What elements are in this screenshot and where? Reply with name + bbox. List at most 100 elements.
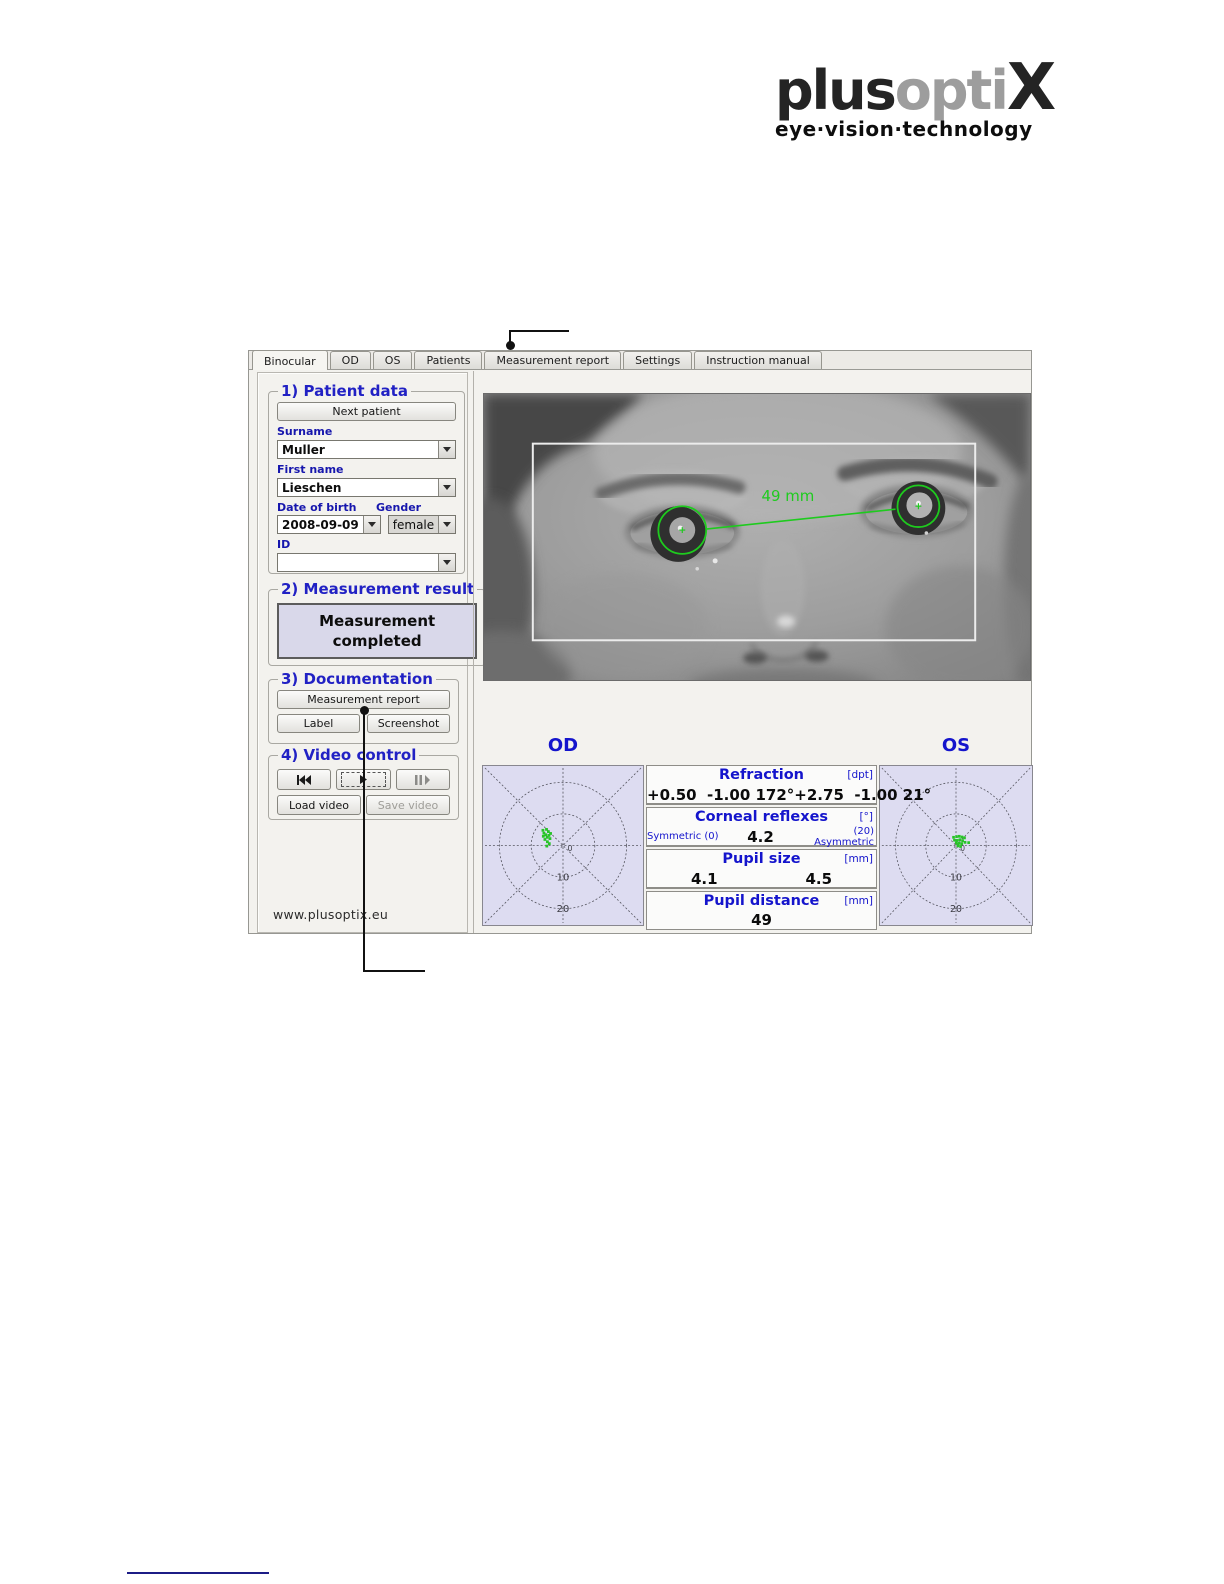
corneal-reflexes-unit: [°] [859, 811, 873, 823]
pupil-distance-unit: [mm] [844, 895, 873, 907]
measurement-result-group: 2) Measurement result Measurement comple… [268, 580, 487, 666]
first-name-combobox[interactable]: Lieschen [277, 478, 457, 497]
pupil-size-os-value: 4.5 [805, 869, 833, 888]
chevron-down-icon [443, 560, 452, 565]
documentation-title: 3) Documentation [281, 670, 433, 688]
callout-dot-tabs [506, 341, 515, 350]
ring-20-label: 20 [950, 904, 962, 915]
corneal-reflexes-value: 4.2 [747, 827, 774, 846]
first-name-value[interactable]: Lieschen [278, 479, 438, 496]
refraction-row: Refraction [dpt] +0.50 -1.00 172° +2.75 … [646, 765, 931, 805]
camera-image: 49 mm [483, 393, 1031, 681]
callout-line-doc-vertical [363, 712, 365, 972]
tab-patients[interactable]: Patients [414, 351, 483, 369]
callout-line-tabs-horizontal [509, 330, 569, 332]
tab-instruction-manual[interactable]: Instruction manual [694, 351, 822, 369]
gender-value[interactable]: female [389, 516, 438, 533]
dob-dropdown-button[interactable] [362, 516, 380, 533]
brand-wordmark: plusoptiX [775, 56, 1056, 122]
brand-plus: plus [775, 59, 897, 122]
refraction-title: Refraction [718, 767, 805, 783]
next-patient-button[interactable]: Next patient [277, 402, 457, 421]
tab-binocular[interactable]: Binocular [252, 350, 328, 370]
pupil-size-od-value: 4.1 [690, 869, 718, 888]
pause-button[interactable] [395, 769, 450, 790]
chevron-down-icon [443, 485, 452, 490]
symmetric-label: Symmetric (0) [647, 831, 719, 842]
os-label: OS [941, 735, 971, 756]
tab-settings[interactable]: Settings [623, 351, 693, 369]
footer-rule [127, 1572, 269, 1574]
tab-bar: Binocular OD OS Patients Measurement rep… [249, 350, 1031, 370]
ring-10-label: 10 [950, 872, 962, 883]
measurement-status-line1: Measurement [319, 612, 436, 630]
load-video-button[interactable]: Load video [277, 795, 361, 815]
page: plusoptiX eye·vision·technology Binocula… [0, 0, 1224, 1584]
ring-20-label: 20 [557, 904, 570, 915]
callout-line-doc-horizontal [363, 970, 425, 972]
brand-tagline: eye·vision·technology [775, 117, 1033, 141]
first-name-dropdown-button[interactable] [438, 479, 456, 496]
application-window: Binocular OD OS Patients Measurement rep… [248, 350, 1033, 934]
pupil-size-row: Pupil size [mm] 4.1 4.5 [646, 849, 877, 889]
pupil-distance-title: Pupil distance [703, 893, 820, 909]
gender-combobox[interactable]: female [387, 515, 457, 534]
video-control-title: 4) Video control [281, 746, 417, 764]
chevron-down-icon [443, 447, 452, 452]
pupil-distance-label: 49 mm [761, 487, 814, 505]
patient-eye-photo: 49 mm [484, 394, 1030, 680]
dob-value[interactable]: 2008-09-09 [278, 516, 363, 533]
rewind-button[interactable] [277, 769, 332, 790]
refraction-od-value: +0.50 -1.00 172° [647, 785, 795, 804]
id-combobox[interactable] [277, 553, 457, 572]
measurement-status-box: Measurement completed [277, 603, 478, 659]
pupil-size-unit: [mm] [844, 853, 873, 865]
website-link[interactable]: www.plusoptix.eu [273, 907, 388, 922]
gender-dropdown-button[interactable] [438, 516, 456, 533]
first-name-label: First name [277, 463, 344, 476]
pupil-distance-row: Pupil distance [mm] 49 [646, 891, 877, 930]
id-label: ID [277, 538, 291, 551]
asymmetric-label: (20) Asymmetric [814, 825, 874, 848]
pupil-size-title: Pupil size [722, 851, 801, 867]
refraction-os-value: +2.75 -1.00 21° [794, 785, 932, 804]
callout-dot-documentation [360, 706, 369, 715]
save-video-button[interactable]: Save video [366, 795, 450, 815]
surname-value[interactable]: Muller [278, 441, 438, 458]
label-button[interactable]: Label [277, 714, 360, 733]
panel-divider [473, 371, 474, 933]
ring-10-label: 10 [557, 873, 570, 884]
measurement-status-line2: completed [332, 632, 422, 650]
brand-x: X [1006, 51, 1056, 125]
brand-opti: opti [894, 59, 1009, 122]
gender-label: Gender [376, 501, 422, 514]
results-table: Refraction [dpt] +0.50 -1.00 172° +2.75 … [646, 765, 931, 930]
dob-combobox[interactable]: 2008-09-09 [277, 515, 381, 534]
os-reflex-points [952, 834, 970, 848]
plusoptix-logo: plusoptiX eye·vision·technology [775, 56, 1056, 141]
patient-data-title: 1) Patient data [281, 382, 408, 400]
patient-data-group: 1) Patient data Next patient Surname Mul… [268, 382, 466, 574]
id-value[interactable] [278, 554, 438, 571]
tab-measurement-report[interactable]: Measurement report [484, 351, 622, 369]
measurement-result-title: 2) Measurement result [281, 580, 475, 598]
corneal-reflexes-title: Corneal reflexes [694, 809, 829, 825]
surname-label: Surname [277, 425, 333, 438]
tab-od[interactable]: OD [329, 351, 371, 369]
pupil-distance-value: 49 [751, 911, 772, 929]
od-label: OD [547, 735, 579, 756]
skip-to-start-icon [297, 774, 312, 785]
pause-step-icon [415, 774, 431, 785]
dob-label: Date of birth [277, 501, 357, 514]
od-polar-chart: 0 10 20 [482, 765, 644, 926]
ring-center-label: 0 [567, 844, 572, 853]
surname-combobox[interactable]: Muller [277, 440, 457, 459]
refraction-unit: [dpt] [847, 769, 873, 781]
chevron-down-icon [443, 522, 452, 527]
chevron-down-icon [367, 522, 376, 527]
tab-os[interactable]: OS [372, 351, 413, 369]
corneal-reflexes-row: Corneal reflexes [°] Symmetric (0) 4.2 (… [646, 807, 877, 848]
id-dropdown-button[interactable] [438, 554, 456, 571]
surname-dropdown-button[interactable] [438, 441, 456, 458]
screenshot-button[interactable]: Screenshot [367, 714, 450, 733]
